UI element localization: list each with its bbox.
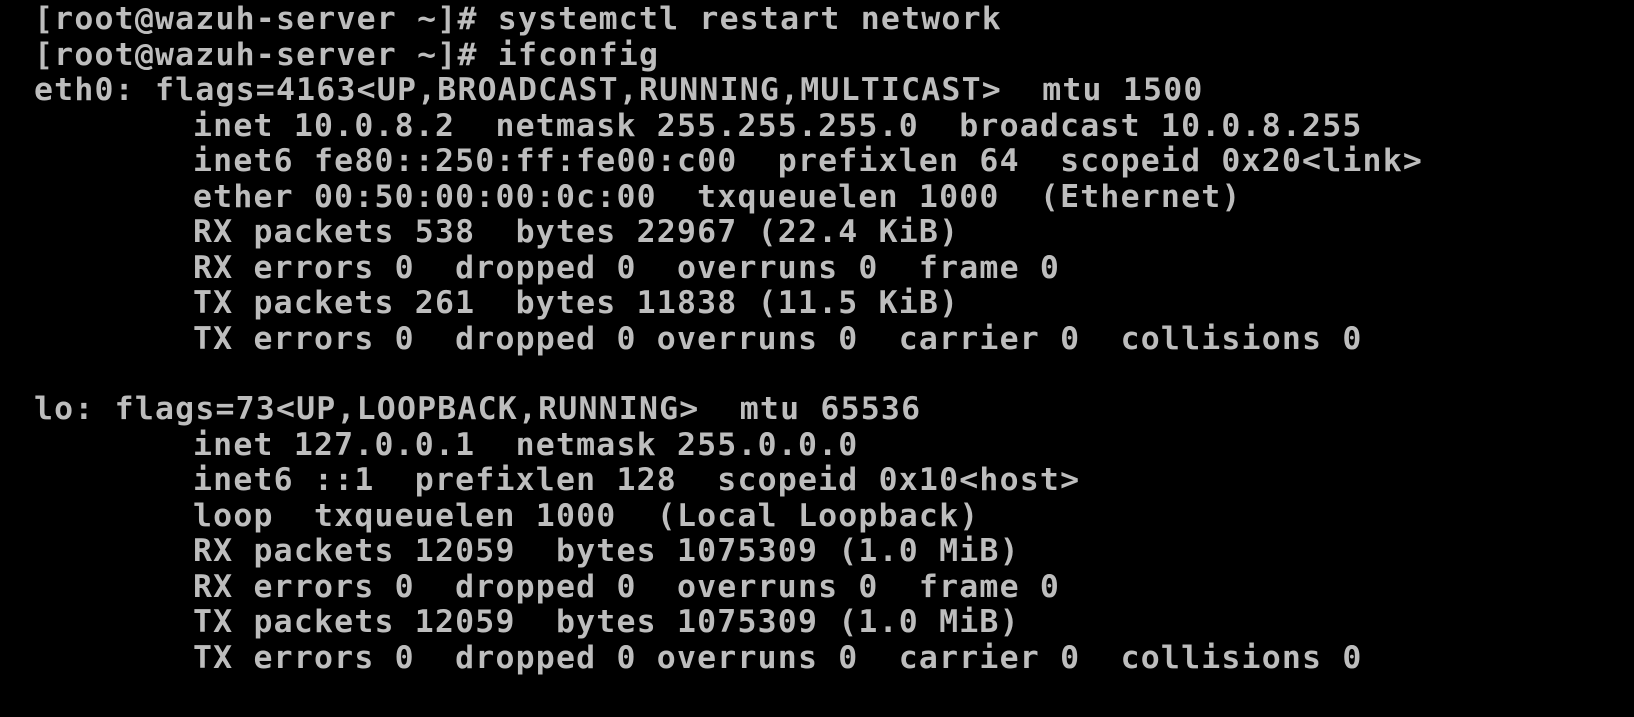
terminal-line-lo-tx-errors: TX errors 0 dropped 0 overruns 0 carrier… [193,640,1363,676]
terminal-line-eth0-tx-errors: TX errors 0 dropped 0 overruns 0 carrier… [193,321,1363,357]
terminal-line-eth0-rx-packets: RX packets 538 bytes 22967 (22.4 KiB) [193,214,960,250]
terminal-line-command-ifconfig: [root@wazuh-server ~]# ifconfig [34,37,660,73]
terminal-console[interactable]: [root@wazuh-server ~]# systemctl restart… [0,0,1634,717]
terminal-line-lo-rx-errors: RX errors 0 dropped 0 overruns 0 frame 0 [193,569,1061,605]
terminal-line-lo-inet6: inet6 ::1 prefixlen 128 scopeid 0x10<hos… [193,462,1081,498]
terminal-line-lo-header: lo: flags=73<UP,LOOPBACK,RUNNING> mtu 65… [34,391,922,427]
terminal-line-command-restart: [root@wazuh-server ~]# systemctl restart… [34,1,1002,37]
terminal-line-eth0-header: eth0: flags=4163<UP,BROADCAST,RUNNING,MU… [34,72,1204,108]
terminal-line-lo-inet: inet 127.0.0.1 netmask 255.0.0.0 [193,427,859,463]
terminal-line-lo-tx-packets: TX packets 12059 bytes 1075309 (1.0 MiB) [193,604,1020,640]
terminal-line-eth0-inet: inet 10.0.8.2 netmask 255.255.255.0 broa… [193,108,1363,144]
terminal-line-eth0-ether: ether 00:50:00:00:0c:00 txqueuelen 1000 … [193,179,1242,215]
terminal-line-eth0-tx-packets: TX packets 261 bytes 11838 (11.5 KiB) [193,285,960,321]
terminal-line-lo-loop: loop txqueuelen 1000 (Local Loopback) [193,498,980,534]
terminal-line-eth0-inet6: inet6 fe80::250:ff:fe00:c00 prefixlen 64… [193,143,1424,179]
terminal-line-lo-rx-packets: RX packets 12059 bytes 1075309 (1.0 MiB) [193,533,1020,569]
terminal-line-eth0-rx-errors: RX errors 0 dropped 0 overruns 0 frame 0 [193,250,1061,286]
